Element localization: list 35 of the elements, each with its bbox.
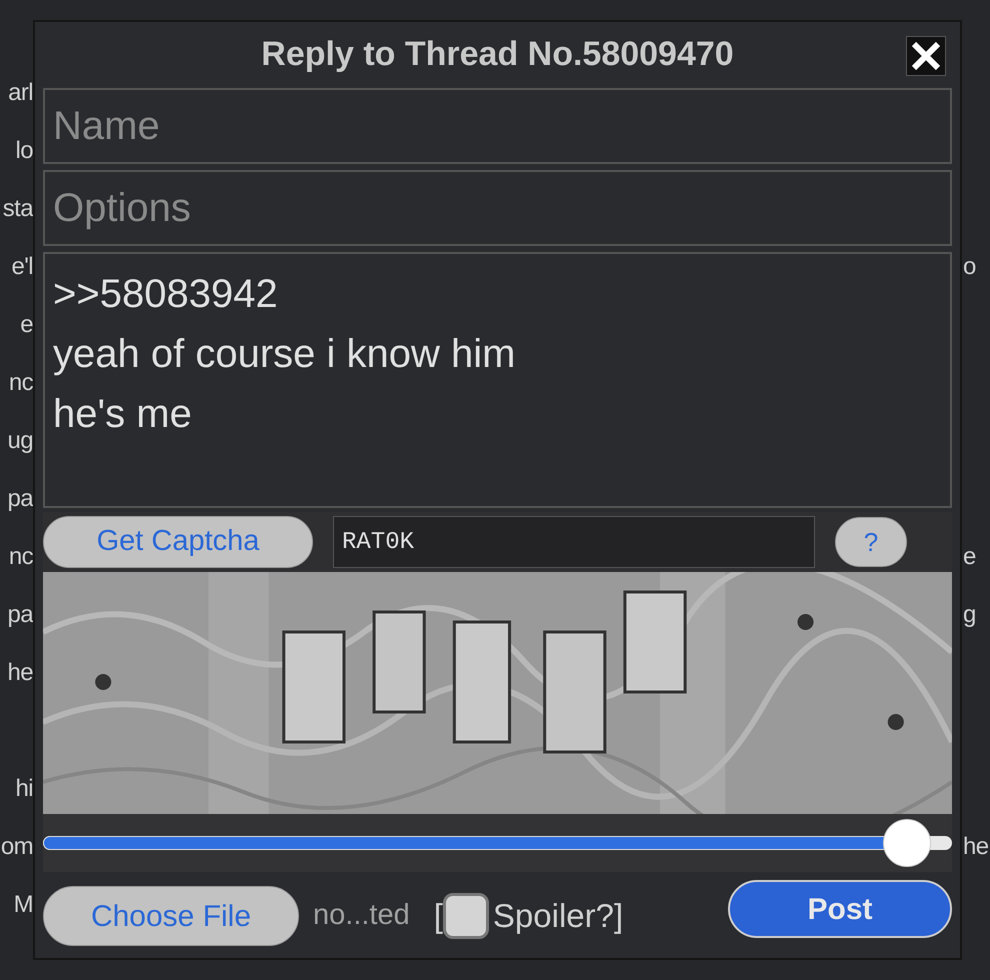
file-status: no...ted xyxy=(313,898,410,934)
dialog-title: Reply to Thread No.58009470 xyxy=(261,34,734,74)
post-text-fragment: nc xyxy=(8,545,33,569)
close-icon xyxy=(911,41,941,71)
post-text-fragment: sta xyxy=(2,197,33,221)
post-button[interactable]: Post xyxy=(728,880,952,938)
post-text-fragment: pa xyxy=(8,487,33,511)
options-field[interactable]: Options xyxy=(43,170,952,246)
post-text-fragment: e xyxy=(20,313,33,337)
close-button[interactable] xyxy=(906,36,946,76)
post-text-fragment: e xyxy=(963,545,976,569)
name-field[interactable]: Name xyxy=(43,88,952,164)
bracket-text: [ xyxy=(434,896,443,936)
slider-track[interactable] xyxy=(43,836,952,850)
post-text-fragment: he xyxy=(963,835,988,859)
post-text-fragment: arl xyxy=(8,81,33,105)
comment-field[interactable]: >>58083942 yeah of course i know him he's me xyxy=(43,252,952,508)
help-button[interactable]: ? xyxy=(835,517,907,567)
get-captcha-button[interactable]: Get Captcha xyxy=(43,516,313,568)
post-text-fragment: hi xyxy=(16,777,33,801)
post-text-fragment: he xyxy=(8,661,33,685)
post-text-fragment: lo xyxy=(16,139,33,163)
post-text-fragment: om xyxy=(0,835,33,859)
choose-file-button[interactable]: Choose File xyxy=(43,886,299,946)
post-text-fragment: o xyxy=(963,255,976,279)
post-text-fragment: e'l xyxy=(12,255,33,279)
post-text-fragment: nc xyxy=(8,371,33,395)
post-text-fragment: g xyxy=(963,603,976,627)
spoiler-label: Spoiler?] xyxy=(492,896,624,936)
slider-thumb[interactable] xyxy=(882,819,931,867)
post-text-fragment: ug xyxy=(8,429,33,453)
spoiler-checkbox[interactable] xyxy=(442,893,489,939)
captcha-field[interactable]: RAT0K xyxy=(333,516,815,568)
post-text-fragment: pa xyxy=(8,603,33,627)
post-text-fragment: M xyxy=(14,893,33,917)
